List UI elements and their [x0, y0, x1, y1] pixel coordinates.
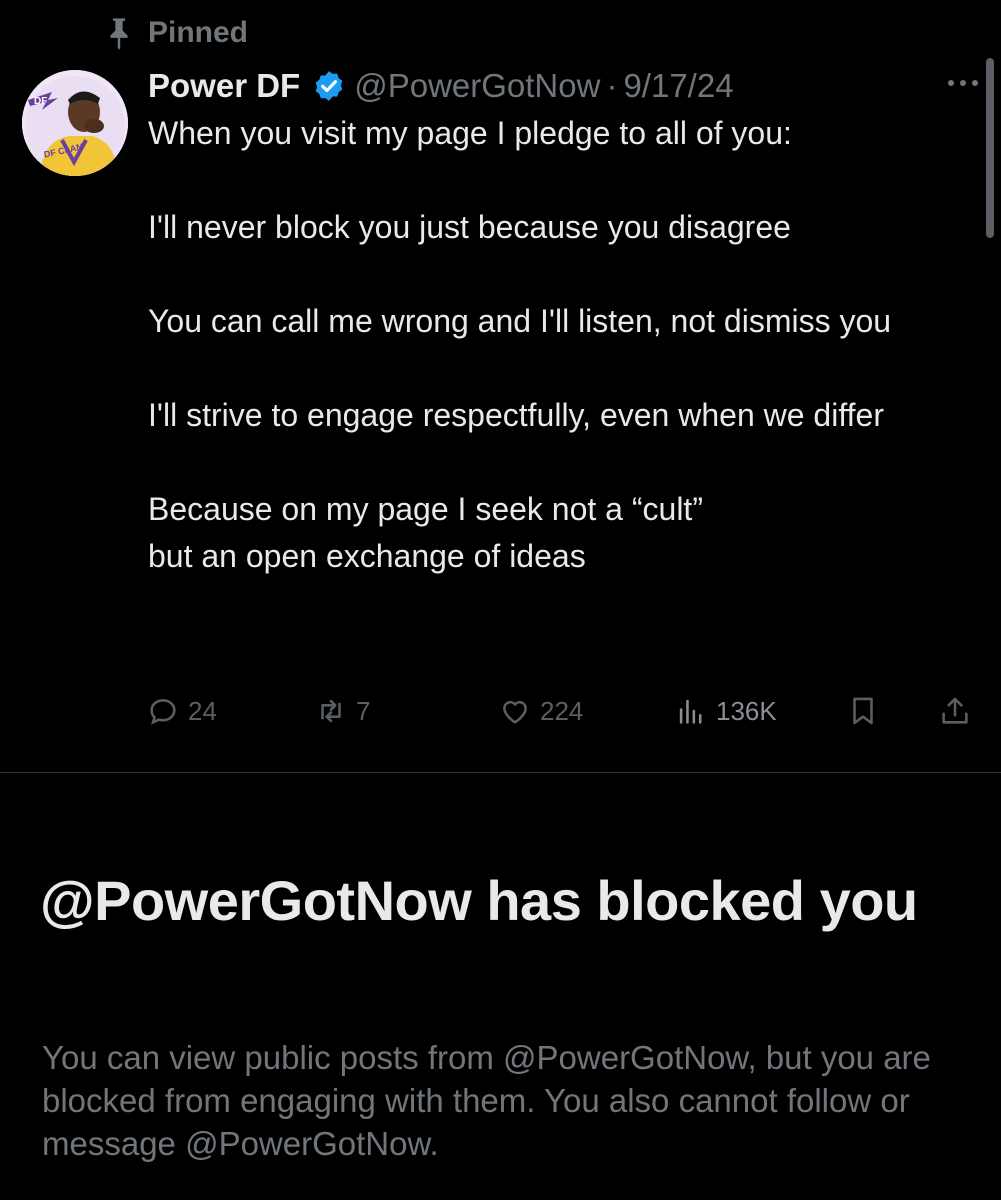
tweet-paragraph: I'll never block you just because you di… [148, 209, 791, 245]
repost-count: 7 [356, 695, 371, 726]
tweet-paragraph: You can call me wrong and I'll listen, n… [148, 303, 892, 339]
like-count: 224 [540, 695, 584, 726]
avatar[interactable]: DF DF CLAN [22, 70, 128, 176]
bookmark-button[interactable] [846, 690, 880, 732]
views-button[interactable]: 136K [674, 690, 777, 732]
tweet-date[interactable]: 9/17/24 [623, 62, 733, 110]
tweet-header: Power DF @PowerGotNow · 9/17/24 [148, 62, 734, 110]
display-name[interactable]: Power DF [148, 62, 300, 110]
pinned-label: Pinned [148, 16, 249, 49]
verified-badge-icon [315, 71, 343, 101]
repost-icon [321, 699, 341, 723]
handle[interactable]: @PowerGotNow [354, 62, 600, 110]
tweet-paragraph: I'll strive to engage respectfully, even… [148, 397, 884, 433]
repost-button[interactable]: 7 [314, 690, 370, 732]
bookmark-icon [853, 697, 873, 725]
tweet-body: When you visit my page I pledge to all o… [148, 110, 958, 580]
divider [0, 772, 1001, 773]
share-icon [942, 697, 968, 724]
pin-icon [110, 18, 128, 50]
reply-icon [150, 699, 176, 725]
separator-dot: · [606, 67, 618, 104]
tweet-actions: 24 7 224 136K [146, 690, 981, 732]
more-icon[interactable] [938, 68, 988, 98]
views-icon [679, 699, 702, 724]
avatar-image: DF DF CLAN [22, 70, 128, 176]
pinned-indicator: Pinned [104, 16, 248, 50]
scrollbar[interactable] [986, 58, 994, 238]
reply-count: 24 [188, 695, 217, 726]
tweet-paragraph: When you visit my page I pledge to all o… [148, 115, 792, 151]
svg-text:DF: DF [34, 96, 47, 107]
tweet-paragraph: Because on my page I seek not a “cult” b… [148, 491, 703, 574]
views-count: 136K [716, 695, 777, 726]
blocked-description: You can view public posts from @PowerGot… [42, 1039, 931, 1162]
reply-button[interactable]: 24 [146, 690, 217, 732]
tweet-page: Pinned DF DF CLAN Power DF @PowerGotNow … [0, 0, 1001, 1200]
like-button[interactable]: 224 [498, 690, 583, 732]
like-icon [503, 700, 527, 724]
blocked-title: @PowerGotNow has blocked you [40, 869, 918, 932]
share-button[interactable] [938, 690, 972, 732]
